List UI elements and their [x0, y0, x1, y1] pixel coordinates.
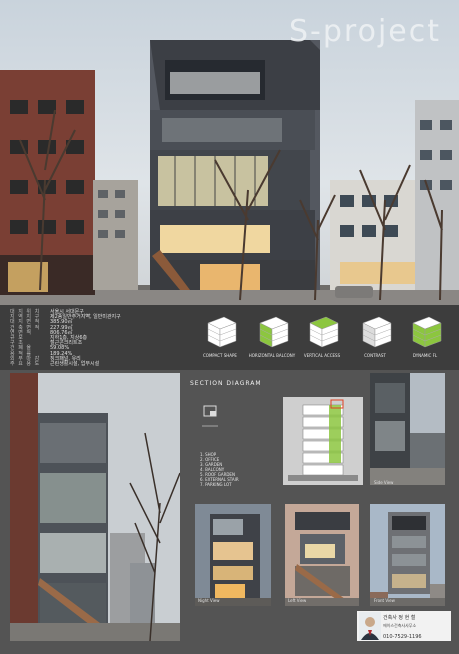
concept-diagram: [405, 311, 445, 351]
concept-diagram: [355, 311, 395, 351]
concept-diagram: [200, 311, 240, 351]
left-view-photo: [285, 504, 359, 606]
author-office: 에이스건축사사무소: [383, 623, 417, 628]
concept-diagram-label: DYNAMIC FL: [412, 353, 438, 358]
section-diagram-title: SECTION DIAGRAM: [190, 380, 262, 387]
legend-item: 7. PARKING LOT: [200, 482, 232, 487]
author-phone: 010-7529-1196: [383, 634, 422, 640]
side-view-photo: [370, 373, 445, 485]
caption-side: Side View: [374, 480, 394, 485]
night-view-photo: [195, 504, 271, 606]
concept-diagram-label: VERTICAL ACCESS: [303, 353, 341, 358]
caption-front: Front View: [374, 598, 395, 603]
section-legend: 1. SHOP 2. OFFICE 3. GARDEN 4. BALCONY 5. RO…: [200, 452, 280, 502]
concept-diagram: [302, 311, 342, 351]
front-view-photo: [370, 504, 445, 606]
concept-diagram: [252, 311, 292, 351]
author-name: 건축사 정 현 철: [383, 615, 416, 621]
section-drawing: [283, 397, 363, 485]
author-avatar: [359, 612, 381, 640]
concept-diagram-label: CONTRAST: [364, 353, 386, 358]
concept-diagram-label: COMPACT SHAPE: [203, 353, 237, 358]
info-value: 근린생활시설, 업무시설: [50, 361, 100, 367]
corner-view-photo: [10, 373, 181, 642]
caption-night: Night View: [198, 598, 220, 603]
concept-diagram-label: HORIZONTAL BALCONY: [248, 353, 296, 358]
info-label: 주 요 용 도: [10, 361, 41, 367]
site-key-icon: [200, 402, 222, 432]
info-row: 주 요 용 도 근린생활시설, 업무시설: [10, 361, 99, 367]
project-title: S-project: [289, 14, 441, 49]
caption-left: Left View: [288, 598, 307, 603]
